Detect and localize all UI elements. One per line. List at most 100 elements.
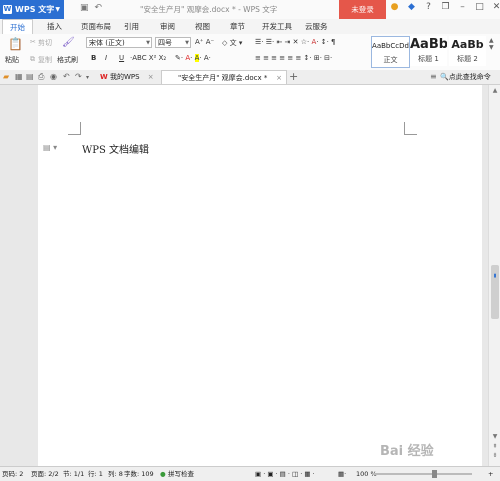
minimize-icon[interactable]: – xyxy=(456,2,469,12)
view-mode-icons[interactable]: ▣ · ▣ · ▤ · ◫ · ▦ · xyxy=(255,467,315,481)
skin-icon[interactable]: ● xyxy=(388,2,401,12)
zoom-slider[interactable] xyxy=(372,473,472,475)
status-words[interactable]: 字数: 109 xyxy=(124,467,154,481)
new-tab-icon[interactable]: + xyxy=(289,70,298,83)
align-icons[interactable]: ≡ ≡ ≡ ≡ ≡ ≡ ↕· ⊞· ⊟· xyxy=(255,54,332,62)
status-pages: 页面: 2/2 xyxy=(31,470,59,478)
grow-font-icon[interactable]: A⁺ A⁻ xyxy=(195,38,214,46)
tab-document[interactable]: "安全生产月" 观摩会.docx * × xyxy=(161,70,287,84)
style-normal[interactable]: AaBbCcDd 正文 xyxy=(371,36,410,68)
save-icon[interactable]: ▣ xyxy=(80,3,89,13)
undo-icon[interactable]: ↶ xyxy=(63,72,70,81)
zoom-in-icon[interactable]: + xyxy=(488,467,493,481)
window-controls: ● ◆ ? ❐ – □ ✕ xyxy=(388,2,500,12)
preview-icon[interactable]: ◉ xyxy=(50,72,57,81)
zoom-menu-icon[interactable]: ▦· xyxy=(338,467,346,481)
print-icon[interactable]: ⎙ xyxy=(38,72,44,82)
tab-view[interactable]: 视图 xyxy=(195,19,210,34)
bold-button[interactable]: B xyxy=(91,54,96,62)
style-preview: AaBb xyxy=(410,37,447,52)
style-heading-2[interactable]: AaBb 标题 2 xyxy=(449,36,486,66)
tab-references[interactable]: 引用 xyxy=(124,19,139,34)
watermark: Bai 经验 xyxy=(380,444,434,459)
next-page-icon[interactable]: ⇟ xyxy=(489,452,500,459)
font-name-select[interactable]: 宋体 (正文) ▼ xyxy=(86,37,152,48)
scroll-down-icon[interactable]: ▼ xyxy=(489,433,500,440)
login-button[interactable]: 未登录 xyxy=(339,0,386,19)
format-painter-icon[interactable]: 🖌 xyxy=(62,37,75,48)
find-command-search[interactable]: 🔍点此查找命令 xyxy=(440,70,491,84)
scroll-marker-icon: ▮ xyxy=(493,273,497,279)
chevron-down-icon: ▼ xyxy=(146,40,150,46)
tab-developer[interactable]: 开发工具 xyxy=(262,19,292,34)
tab-my-wps[interactable]: W 我的WPS × xyxy=(100,70,158,84)
vertical-scrollbar[interactable]: ▲ ▮ ▼ ⇞ ⇟ xyxy=(488,85,500,466)
cut-icon[interactable]: ✂ xyxy=(30,38,36,46)
scroll-up-icon[interactable]: ▲ xyxy=(489,87,500,94)
open-folder-icon[interactable]: ▰ xyxy=(3,72,9,81)
style-label: 标题 2 xyxy=(457,55,478,63)
paste-button[interactable]: 粘贴 xyxy=(5,55,19,65)
tab-page-layout[interactable]: 页面布局 xyxy=(81,19,111,34)
quick-access-toolbar: ▣ ↶ xyxy=(80,3,102,13)
document-text[interactable]: WPS 文档编辑 xyxy=(82,141,149,156)
font-size-value: 四号 xyxy=(158,39,172,47)
paste-icon[interactable]: 📋 xyxy=(8,37,23,51)
style-preview: AaBb xyxy=(451,38,484,51)
style-label: 标题 1 xyxy=(418,55,439,63)
font-color-icons[interactable]: ✎· A· A· A· xyxy=(175,54,211,62)
format-painter-button[interactable]: 格式刷 xyxy=(57,55,78,65)
tab-home[interactable]: 开始 xyxy=(2,19,33,34)
margin-mark xyxy=(404,122,417,135)
tab-label: "安全生产月" 观摩会.docx * xyxy=(178,74,268,82)
prev-page-icon[interactable]: ⇞ xyxy=(489,443,500,450)
style-heading-1[interactable]: AaBb 标题 1 xyxy=(410,36,447,66)
font-size-select[interactable]: 四号 ▼ xyxy=(155,37,191,48)
close-icon[interactable]: ✕ xyxy=(490,2,500,12)
copy-button[interactable]: 复制 xyxy=(38,55,52,65)
undo-icon[interactable]: ↶ xyxy=(95,3,103,13)
zoom-slider-knob[interactable] xyxy=(432,470,437,478)
style-label: 正文 xyxy=(383,56,398,64)
status-bar: 页码: 2 页面: 2/2 节: 1/1 行: 1 列: 8 字数: 109 ●… xyxy=(0,466,500,481)
tab-label: 我的WPS xyxy=(109,73,140,81)
list-icons[interactable]: ☰· ☰· ⇤ ⇥ ✕ ☆· A· ↕· ¶ xyxy=(255,38,335,46)
menu-icon[interactable]: ≡ xyxy=(430,72,437,81)
redo-icon[interactable]: ↷ xyxy=(75,72,82,81)
spell-check-icon: ● xyxy=(160,470,166,478)
restore-icon[interactable]: ❐ xyxy=(439,2,452,12)
app-menu-button[interactable]: W WPS 文字 ▼ xyxy=(0,0,64,19)
tab-cloud[interactable]: 云服务 xyxy=(305,19,328,34)
feedback-icon[interactable]: ◆ xyxy=(405,2,418,12)
status-section: 节: 1/1 xyxy=(63,470,85,478)
italic-button[interactable]: I xyxy=(105,54,107,62)
help-icon[interactable]: ? xyxy=(422,2,435,12)
maximize-icon[interactable]: □ xyxy=(473,2,486,12)
search-icon: 🔍 xyxy=(440,73,449,81)
cut-button[interactable]: 剪切 xyxy=(38,38,52,48)
strikethrough-icon[interactable]: ·ABC X² X₂ xyxy=(130,54,166,62)
underline-button[interactable]: U xyxy=(119,54,124,62)
status-spell-check[interactable]: 拼写检查 xyxy=(168,467,194,481)
tab-chapter[interactable]: 章节 xyxy=(230,19,245,34)
tab-review[interactable]: 审阅 xyxy=(160,19,175,34)
clear-format-icon[interactable]: ◇ 文 ▾ xyxy=(222,38,242,48)
chevron-down-icon[interactable]: ▾ xyxy=(86,74,89,81)
title-bar: W WPS 文字 ▼ ▣ ↶ "安全生产月" 观摩会.docx * - WPS … xyxy=(0,0,500,20)
paragraph-layout-icon[interactable]: ▤ ▾ xyxy=(43,143,57,152)
app-label: WPS 文字 xyxy=(15,5,55,14)
copy-icon[interactable]: ⧉ xyxy=(30,55,35,64)
export-pdf-icon[interactable]: ▤ xyxy=(26,72,34,81)
chevron-down-icon: ▼ xyxy=(185,40,189,46)
margin-mark xyxy=(68,122,81,135)
tab-insert[interactable]: 插入 xyxy=(47,19,62,34)
window-title: "安全生产月" 观摩会.docx * - WPS 文字 xyxy=(140,5,278,14)
status-page: 页码: 2 xyxy=(2,470,24,478)
menu-bar: 开始 插入 页面布局 引用 审阅 视图 章节 开发工具 云服务 xyxy=(0,19,500,35)
save-icon[interactable]: ▦ xyxy=(15,72,23,81)
close-icon[interactable]: × xyxy=(148,73,154,81)
document-tab-bar: ▰ ▦ ▤ ⎙ ◉ ↶ ↷ ▾ W 我的WPS × "安全生产月" 观摩会.do… xyxy=(0,70,500,85)
styles-scroll-icon[interactable]: ▲ ▼ xyxy=(489,37,494,51)
close-icon[interactable]: × xyxy=(276,71,282,85)
status-col: 列: 8 xyxy=(108,470,123,478)
